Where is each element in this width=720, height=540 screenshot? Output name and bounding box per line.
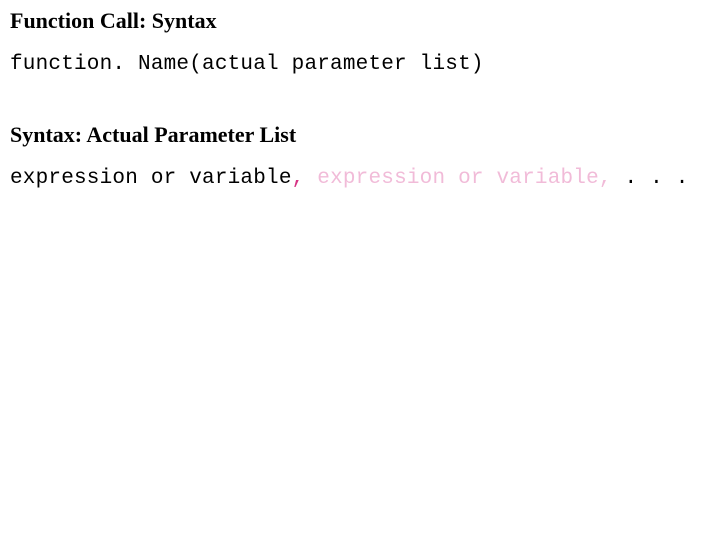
heading-function-call-syntax: Function Call: Syntax [10, 8, 710, 34]
param-expr-1: expression or variable [10, 167, 292, 190]
code-parameter-list: expression or variable, expression or va… [10, 166, 710, 191]
code-function-call: function. Name(actual parameter list) [10, 52, 710, 77]
comma-separator-1: , [292, 167, 318, 190]
param-expr-2: expression or variable, [317, 167, 624, 190]
ellipsis: . . . [625, 167, 689, 190]
heading-actual-parameter-list: Syntax: Actual Parameter List [10, 122, 710, 148]
